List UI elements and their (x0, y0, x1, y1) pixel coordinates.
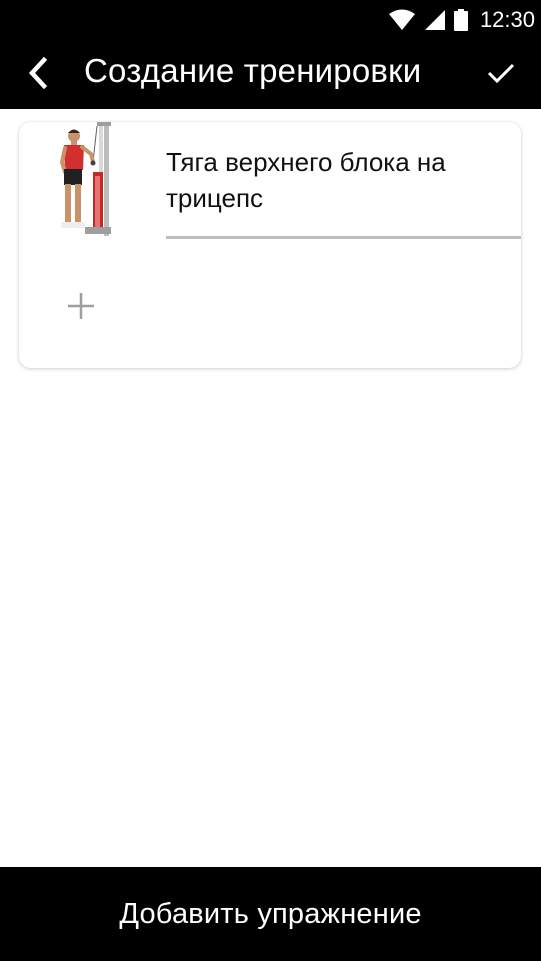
add-exercise-row-button[interactable] (63, 288, 99, 324)
exercise-name-divider (166, 236, 521, 239)
status-time: 12:30 (479, 7, 535, 32)
add-exercise-button-label: Добавить упражнение (119, 897, 422, 930)
triceps-pushdown-illustration (59, 122, 111, 236)
page-title: Создание тренировки (84, 52, 422, 89)
add-exercise-button[interactable]: Добавить упражнение (0, 867, 541, 961)
chevron-left-icon (28, 57, 48, 89)
exercise-name[interactable]: Тяга верхнего блока на трицепс (166, 144, 496, 216)
battery-icon (453, 9, 468, 31)
exercise-thumbnail[interactable] (49, 122, 119, 240)
workout-card: Тяга верхнего блока на трицепс (19, 122, 521, 368)
workout-create-screen: 12:30 Создание тренировки Тяга верхнего … (0, 0, 541, 961)
cellular-signal-icon (424, 10, 445, 30)
wifi-icon (388, 9, 415, 30)
plus-icon (68, 293, 94, 319)
back-button[interactable] (16, 49, 60, 97)
save-workout-button[interactable] (479, 49, 523, 97)
app-bar: Создание тренировки (0, 40, 541, 109)
status-bar: 12:30 (0, 0, 541, 40)
status-icons: 12:30 (388, 8, 535, 32)
check-icon (487, 63, 515, 84)
